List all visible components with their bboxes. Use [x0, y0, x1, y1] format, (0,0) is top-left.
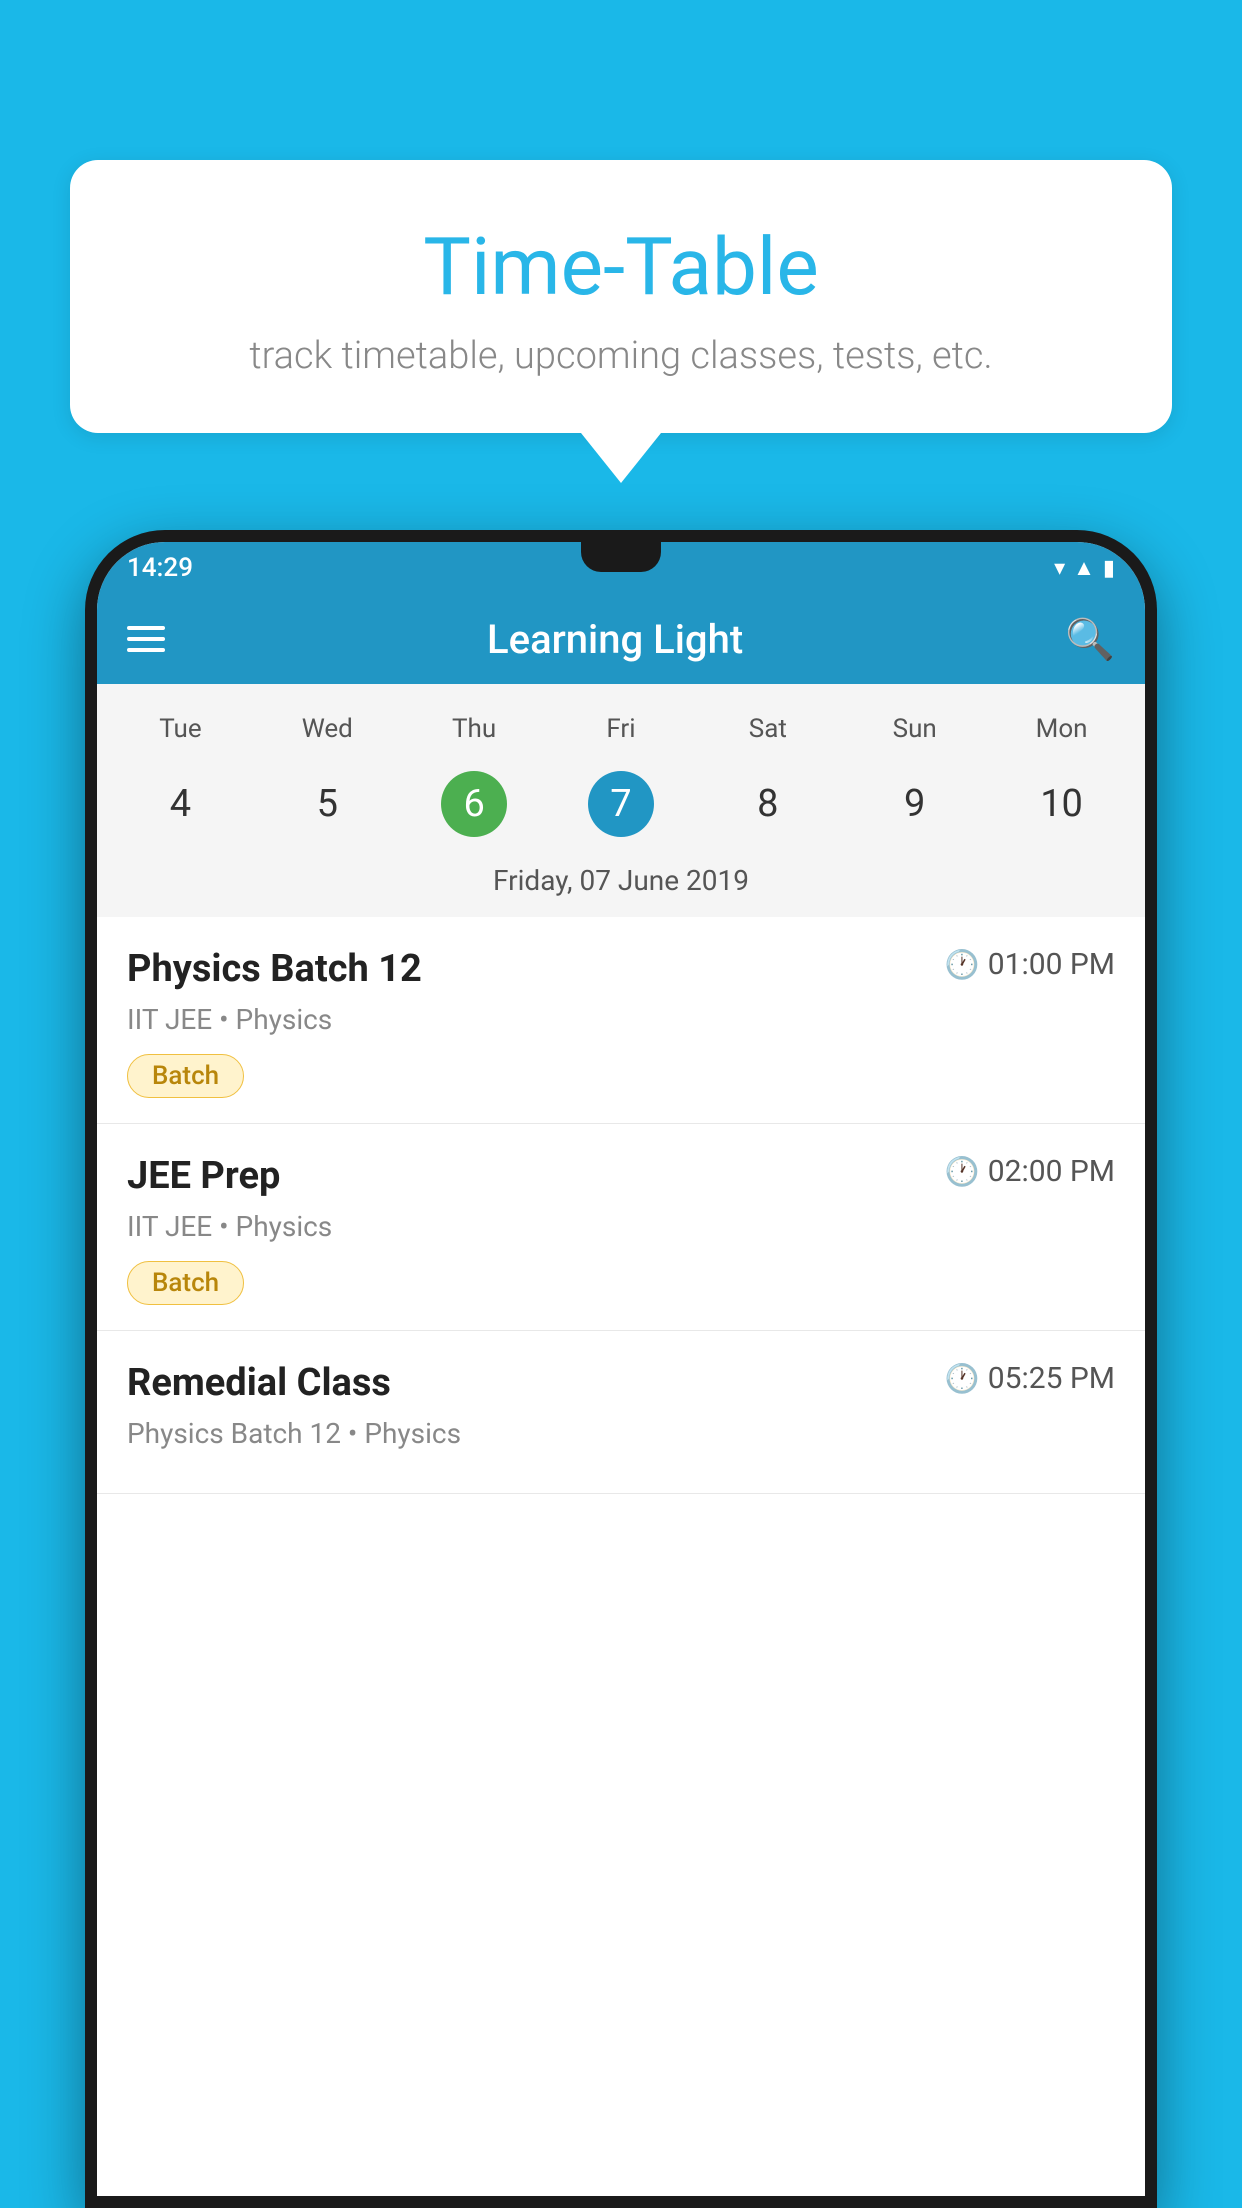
day-10[interactable]: 10	[988, 759, 1135, 849]
day-label-mon: Mon	[988, 704, 1135, 754]
page-subtitle: track timetable, upcoming classes, tests…	[110, 334, 1132, 378]
schedule-item-3-meta: Physics Batch 12 • Physics	[127, 1417, 1115, 1450]
status-time: 14:29	[127, 553, 193, 583]
day-label-sat: Sat	[694, 704, 841, 754]
speech-bubble-card: Time-Table track timetable, upcoming cla…	[70, 160, 1172, 433]
schedule-item-1-time: 🕐 01:00 PM	[945, 947, 1115, 982]
clock-icon-3: 🕐	[945, 1362, 980, 1395]
day-6[interactable]: 6	[401, 759, 548, 849]
schedule-item-1-meta: IIT JEE • Physics	[127, 1003, 1115, 1036]
day-label-tue: Tue	[107, 704, 254, 754]
schedule-item-2[interactable]: JEE Prep 🕐 02:00 PM IIT JEE • Physics Ba…	[97, 1124, 1145, 1331]
schedule-item-1[interactable]: Physics Batch 12 🕐 01:00 PM IIT JEE • Ph…	[97, 917, 1145, 1124]
batch-badge-2: Batch	[127, 1261, 244, 1305]
day-labels-row: Tue Wed Thu Fri Sat Sun Mon	[97, 704, 1145, 754]
page-title: Time-Table	[110, 220, 1132, 314]
phone-screen: 14:29 ▾ ▲ ▮ Learning Light 🔍 Tue Wed Thu	[97, 542, 1145, 2196]
day-5[interactable]: 5	[254, 759, 401, 849]
day-numbers-row: 4 5 6 7 8 9 10	[97, 759, 1145, 849]
selected-date-label: Friday, 07 June 2019	[97, 849, 1145, 917]
schedule-item-2-header: JEE Prep 🕐 02:00 PM	[127, 1154, 1115, 1198]
search-button[interactable]: 🔍	[1065, 616, 1115, 663]
schedule-item-1-header: Physics Batch 12 🕐 01:00 PM	[127, 947, 1115, 991]
app-bar: Learning Light 🔍	[97, 594, 1145, 684]
schedule-item-3[interactable]: Remedial Class 🕐 05:25 PM Physics Batch …	[97, 1331, 1145, 1494]
day-label-fri: Fri	[548, 704, 695, 754]
schedule-item-2-time: 🕐 02:00 PM	[945, 1154, 1115, 1189]
menu-button[interactable]	[127, 626, 165, 652]
app-title: Learning Light	[487, 616, 743, 663]
battery-icon: ▮	[1103, 556, 1115, 581]
phone-notch	[581, 542, 661, 572]
schedule-item-3-header: Remedial Class 🕐 05:25 PM	[127, 1361, 1115, 1405]
phone-frame: 14:29 ▾ ▲ ▮ Learning Light 🔍 Tue Wed Thu	[85, 530, 1157, 2208]
day-label-thu: Thu	[401, 704, 548, 754]
day-label-wed: Wed	[254, 704, 401, 754]
wifi-icon: ▾	[1054, 556, 1065, 581]
day-4[interactable]: 4	[107, 759, 254, 849]
bubble-arrow	[581, 433, 661, 483]
schedule-item-3-title: Remedial Class	[127, 1361, 391, 1405]
calendar-strip: Tue Wed Thu Fri Sat Sun Mon 4 5 6 7 8 9 …	[97, 684, 1145, 917]
status-icons: ▾ ▲ ▮	[1054, 555, 1115, 581]
day-8[interactable]: 8	[694, 759, 841, 849]
signal-icon: ▲	[1073, 555, 1095, 581]
day-9[interactable]: 9	[841, 759, 988, 849]
schedule-item-2-meta: IIT JEE • Physics	[127, 1210, 1115, 1243]
speech-bubble-section: Time-Table track timetable, upcoming cla…	[70, 160, 1172, 483]
day-label-sun: Sun	[841, 704, 988, 754]
schedule-list: Physics Batch 12 🕐 01:00 PM IIT JEE • Ph…	[97, 917, 1145, 1494]
schedule-item-3-time: 🕐 05:25 PM	[945, 1361, 1115, 1396]
clock-icon-2: 🕐	[945, 1155, 980, 1188]
schedule-item-1-title: Physics Batch 12	[127, 947, 422, 991]
day-7[interactable]: 7	[548, 759, 695, 849]
clock-icon-1: 🕐	[945, 948, 980, 981]
schedule-item-2-title: JEE Prep	[127, 1154, 280, 1198]
batch-badge-1: Batch	[127, 1054, 244, 1098]
